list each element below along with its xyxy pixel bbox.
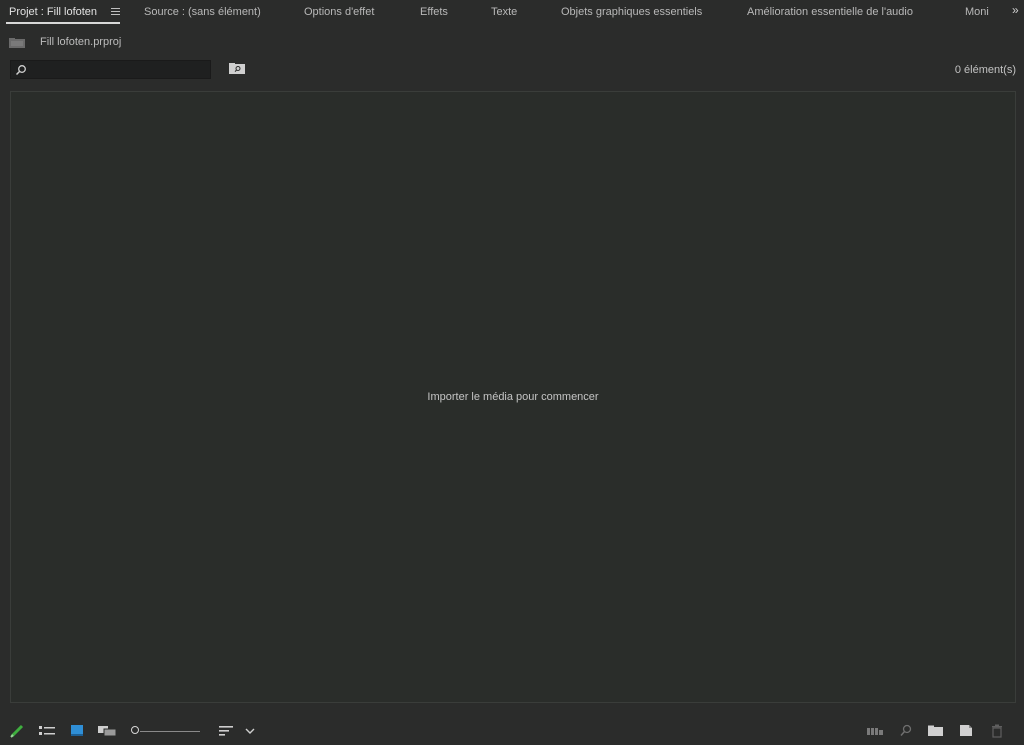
hamburger-icon[interactable] — [111, 8, 120, 16]
bin-search-icon[interactable] — [229, 63, 245, 74]
freeform-view-icon[interactable] — [98, 724, 118, 738]
empty-state-message: Importer le média pour commencer — [427, 391, 599, 403]
new-item-icon[interactable] — [960, 724, 973, 738]
tab-text[interactable]: Texte — [491, 6, 517, 18]
active-tab-indicator — [6, 22, 120, 24]
project-file-name: Fill lofoten.prproj — [40, 36, 122, 48]
tab-effects[interactable]: Effets — [420, 6, 448, 18]
search-input[interactable] — [10, 60, 211, 79]
find-icon[interactable] — [899, 724, 913, 738]
media-browser-area[interactable]: Importer le média pour commencer — [10, 91, 1016, 703]
double-chevron-right-icon[interactable]: » — [1012, 3, 1018, 17]
zoom-slider[interactable] — [131, 726, 139, 734]
panel-tab-bar: Projet : Fill lofoten Source : (sans élé… — [0, 0, 1024, 26]
automate-to-sequence-icon[interactable] — [867, 724, 883, 738]
tab-essential-graphics[interactable]: Objets graphiques essentiels — [561, 6, 702, 18]
tab-effect-controls[interactable]: Options d'effet — [304, 6, 374, 18]
tab-source[interactable]: Source : (sans élément) — [144, 6, 261, 18]
chevron-down-icon[interactable] — [245, 724, 255, 738]
icon-view-icon[interactable] — [71, 724, 83, 738]
search-icon — [15, 65, 26, 76]
zoom-slider-track[interactable] — [140, 731, 200, 732]
sort-icon[interactable] — [219, 724, 233, 738]
folder-icon — [9, 38, 25, 48]
tab-essential-sound[interactable]: Amélioration essentielle de l'audio — [747, 6, 913, 18]
pencil-icon[interactable] — [10, 724, 24, 738]
trash-icon[interactable] — [991, 724, 1003, 738]
new-bin-icon[interactable] — [928, 724, 944, 738]
item-count: 0 élément(s) — [954, 64, 1016, 76]
tab-monitor[interactable]: Moni — [965, 6, 989, 18]
project-path-row: Fill lofoten.prproj — [0, 33, 1024, 51]
list-view-icon[interactable] — [39, 724, 55, 738]
project-panel: Projet : Fill lofoten Source : (sans élé… — [0, 0, 1024, 745]
bottom-toolbar — [0, 716, 1024, 745]
tab-project[interactable]: Projet : Fill lofoten — [9, 6, 97, 18]
